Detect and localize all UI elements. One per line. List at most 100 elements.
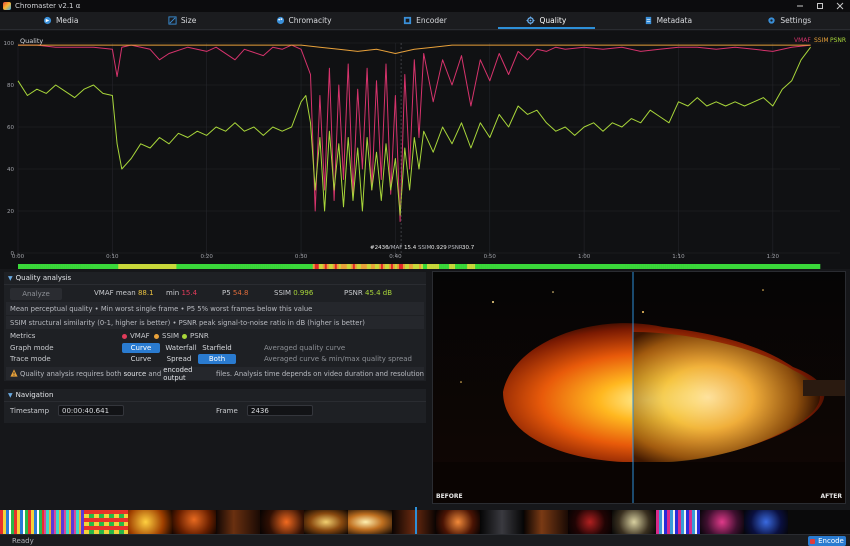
trace-mode-curve[interactable]: Curve <box>122 354 160 364</box>
filmstrip-frame[interactable] <box>0 510 44 534</box>
heat-segment <box>807 264 811 269</box>
chart-series <box>17 43 811 253</box>
tab-settings[interactable]: Settings <box>729 12 850 29</box>
heat-segment <box>445 264 448 269</box>
heat-segment <box>441 264 444 269</box>
tab-quality[interactable]: Quality <box>486 12 607 29</box>
encode-button[interactable]: Encode <box>808 536 846 546</box>
heat-segment <box>34 264 37 269</box>
filmstrip-frame[interactable] <box>304 510 348 534</box>
analyze-button[interactable]: Analyze <box>10 288 62 300</box>
heat-segment <box>250 264 253 269</box>
heat-segment <box>354 264 358 269</box>
graph-mode-waterfall[interactable]: Waterfall <box>162 343 200 353</box>
filmstrip-frame[interactable] <box>700 510 744 534</box>
filmstrip-frame[interactable] <box>524 510 568 534</box>
close-button[interactable] <box>830 0 850 12</box>
maximize-button[interactable] <box>810 0 830 12</box>
heat-segment <box>258 264 261 269</box>
filmstrip-frame[interactable] <box>348 510 392 534</box>
heat-segment <box>176 264 179 269</box>
tab-encoder[interactable]: Encoder <box>364 12 485 29</box>
heat-segment <box>751 264 755 269</box>
filmstrip-frame[interactable] <box>568 510 612 534</box>
tab-size[interactable]: Size <box>121 12 242 29</box>
filmstrip[interactable] <box>0 510 850 534</box>
filmstrip-frame[interactable] <box>216 510 260 534</box>
graph-mode-curve[interactable]: Curve <box>122 343 160 353</box>
filmstrip-frame[interactable] <box>744 510 788 534</box>
heat-segment <box>136 264 139 269</box>
heat-segment <box>455 264 458 269</box>
heat-segment <box>779 264 783 269</box>
frame-input[interactable]: 2436 <box>247 405 313 416</box>
filmstrip-frame[interactable] <box>656 510 700 534</box>
graph-mode-starfield[interactable]: Starfield <box>198 343 236 353</box>
heat-segment <box>46 264 49 269</box>
psnr-stat: PSNR 45.4 dB <box>344 289 392 297</box>
metric-toggle-ssim[interactable]: SSIM <box>154 332 179 340</box>
minimize-button[interactable] <box>790 0 810 12</box>
title-bar: Chromaster v2.1 α <box>0 0 850 12</box>
heat-segment <box>118 264 121 269</box>
heat-segment <box>286 264 289 269</box>
timestamp-input[interactable]: 00:00:40.641 <box>58 405 124 416</box>
tab-metadata[interactable]: Metadata <box>607 12 728 29</box>
heat-segment <box>533 264 536 269</box>
tab-media[interactable]: Media <box>0 12 121 29</box>
filmstrip-frame[interactable] <box>436 510 480 534</box>
cursor-psnr: 30.7 <box>462 245 475 251</box>
metric-toggle-psnr[interactable]: PSNR <box>182 332 209 340</box>
heat-segment <box>613 264 616 269</box>
quality-heat-bar[interactable] <box>18 264 821 269</box>
tab-chromacity[interactable]: Chromacity <box>243 12 364 29</box>
heat-segment <box>52 264 55 269</box>
heat-segment <box>433 264 436 269</box>
heat-segment <box>132 264 135 269</box>
heat-segment <box>360 264 364 269</box>
heat-segment <box>172 264 175 269</box>
heat-segment <box>579 264 582 269</box>
trace-mode-both[interactable]: Both <box>198 354 236 364</box>
quality-chart-svg[interactable]: 0204060801000:00 0:10 0:20 0:30 0:40 0:50 1:00… <box>0 31 850 269</box>
filmstrip-frame[interactable] <box>172 510 216 534</box>
tab-label: Encoder <box>416 16 447 25</box>
heat-segment <box>685 264 688 269</box>
filmstrip-frame[interactable] <box>84 510 128 534</box>
heat-segment <box>499 264 502 269</box>
heat-segment <box>439 264 442 269</box>
filmstrip-frame[interactable] <box>44 510 88 534</box>
heat-segment <box>641 264 644 269</box>
heat-segment <box>731 264 735 269</box>
heat-segment <box>194 264 197 269</box>
filmstrip-frame[interactable] <box>612 510 656 534</box>
filmstrip-frame[interactable] <box>480 510 524 534</box>
stat-value: 45.4 dB <box>365 289 393 297</box>
heat-segment <box>509 264 512 269</box>
gear-icon <box>526 16 536 25</box>
heat-segment <box>40 264 43 269</box>
filmstrip-playhead[interactable] <box>415 507 417 534</box>
heat-segment <box>617 264 620 269</box>
trace-mode-spread[interactable]: Spread <box>160 354 198 364</box>
heat-segment <box>124 264 127 269</box>
heat-segment <box>280 264 283 269</box>
filmstrip-frame[interactable] <box>128 510 172 534</box>
heat-segment <box>631 264 634 269</box>
before-after-preview[interactable]: BEFORE AFTER <box>432 271 846 504</box>
heat-segment <box>108 264 111 269</box>
heat-segment <box>569 264 572 269</box>
navigation-header[interactable]: ▼ Navigation <box>4 389 426 402</box>
heat-segment <box>473 264 476 269</box>
filmstrip-frame[interactable] <box>392 510 436 534</box>
heat-segment <box>491 264 494 269</box>
document-icon <box>644 16 653 25</box>
filmstrip-frame[interactable] <box>788 510 850 534</box>
quality-chart[interactable]: 0 20 40 60 80 100 0:00 0:10 0:20 0:30 0:40 0:50 1:00… <box>0 31 850 269</box>
quality-analysis-header[interactable]: ▼ Quality analysis <box>4 272 426 285</box>
filmstrip-frame[interactable] <box>260 510 304 534</box>
heat-segment <box>104 264 107 269</box>
heat-segment <box>22 264 25 269</box>
metric-toggle-vmaf[interactable]: VMAF <box>122 332 150 340</box>
heat-segment <box>667 264 670 269</box>
